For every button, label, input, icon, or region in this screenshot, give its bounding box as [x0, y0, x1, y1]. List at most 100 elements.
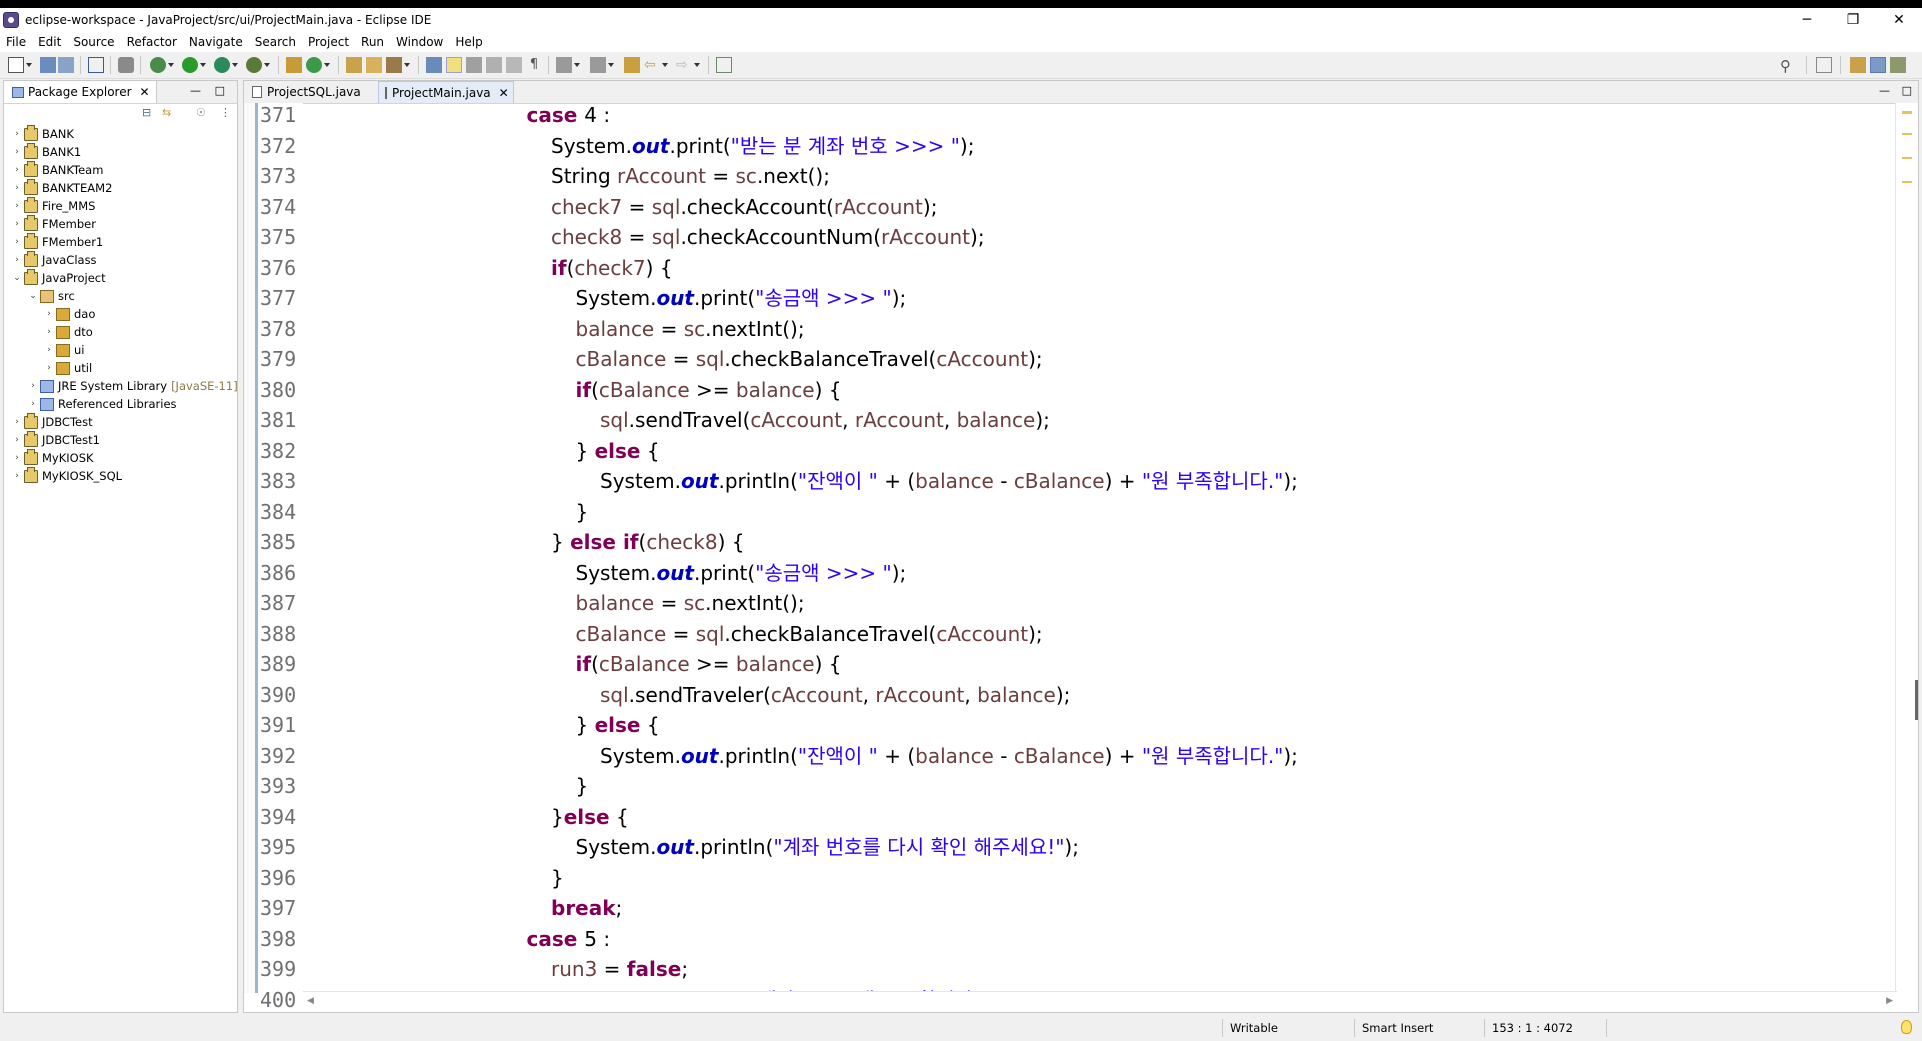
chevron-right-icon[interactable]: › [12, 165, 22, 175]
show-whitespace-icon[interactable] [486, 57, 502, 73]
tree-item[interactable]: › JavaClass [12, 250, 97, 269]
chevron-right-icon[interactable]: › [12, 417, 22, 427]
chevron-right-icon[interactable]: › [12, 237, 22, 247]
tree-item[interactable]: › FMember1 [12, 232, 103, 251]
run-dropdown-icon[interactable] [200, 57, 207, 73]
chevron-right-icon[interactable]: › [44, 345, 54, 355]
tree-item[interactable]: › JDBCTest [12, 412, 93, 431]
overview-marker[interactable] [1902, 111, 1912, 114]
prev-annotation-dropdown-icon[interactable] [608, 57, 615, 73]
prev-annotation-icon[interactable] [590, 57, 606, 73]
minimize-view-icon[interactable]: — [190, 84, 201, 97]
code-line[interactable]: sql.sendTravel(cAccount, rAccount, balan… [600, 405, 1050, 435]
menu-help[interactable]: Help [449, 35, 488, 49]
tree-item[interactable]: › ui [44, 341, 84, 359]
menu-run[interactable]: Run [355, 35, 390, 49]
forward-icon[interactable]: ⇨ [676, 57, 692, 73]
search-tool-icon[interactable] [386, 57, 402, 73]
code-line[interactable]: String rAccount = sc.next(); [551, 161, 830, 191]
code-line[interactable]: } [551, 863, 564, 893]
menu-source[interactable]: Source [67, 35, 120, 49]
pin-editor-icon[interactable] [716, 57, 732, 73]
menu-navigate[interactable]: Navigate [183, 35, 249, 49]
code-line[interactable]: if(cBalance >= balance) { [576, 649, 842, 679]
chevron-right-icon[interactable]: › [28, 399, 38, 409]
maximize-editor-icon[interactable]: □ [1902, 84, 1912, 97]
chevron-right-icon[interactable]: › [12, 435, 22, 445]
external-tools-icon[interactable] [246, 57, 262, 73]
highlight-icon[interactable] [446, 57, 462, 73]
overview-marker[interactable] [1902, 181, 1912, 183]
package-explorer-tab[interactable]: Package Explorer ✕ [4, 81, 157, 103]
tree-item[interactable]: › Referenced Libraries [28, 395, 176, 413]
open-type-icon[interactable] [346, 57, 362, 73]
code-line[interactable]: case 5 : [527, 924, 611, 954]
code-line[interactable]: } [576, 497, 589, 527]
code-line[interactable]: sql.sendTraveler(cAccount, rAccount, bal… [600, 680, 1070, 710]
filters-icon[interactable]: ☉ [196, 106, 206, 119]
chevron-right-icon[interactable]: › [12, 471, 22, 481]
tree-item[interactable]: › BANKTEAM2 [12, 178, 112, 197]
code-line[interactable]: }else { [551, 802, 629, 832]
new-dropdown-icon[interactable] [26, 57, 33, 73]
search-dropdown-icon[interactable] [404, 57, 411, 73]
new-class-dropdown-icon[interactable] [324, 57, 331, 73]
java-ee-perspective-icon[interactable] [1850, 57, 1866, 73]
code-line[interactable]: run3 = false; [551, 954, 688, 984]
menu-project[interactable]: Project [302, 35, 355, 49]
pilcrow-icon[interactable]: ¶ [526, 57, 542, 73]
forward-dropdown-icon[interactable] [694, 57, 701, 73]
tree-item[interactable]: ⌄ src [28, 287, 75, 305]
maximize-view-icon[interactable]: □ [215, 84, 225, 97]
tree-item[interactable]: › BANKTeam [12, 160, 103, 179]
chevron-down-icon[interactable]: ⌄ [28, 291, 38, 301]
tree-item[interactable]: › dao [44, 305, 95, 323]
debug-perspective-icon[interactable] [1890, 57, 1906, 73]
code-line[interactable]: System.out.print("송금액 >>> "); [576, 283, 907, 313]
chevron-right-icon[interactable]: › [12, 201, 22, 211]
chevron-right-icon[interactable]: › [12, 147, 22, 157]
chevron-right-icon[interactable]: › [44, 327, 54, 337]
tree-item[interactable]: › BANK [12, 124, 74, 143]
vertical-scrollbar-thumb[interactable] [1915, 680, 1918, 720]
chevron-down-icon[interactable]: ⌄ [12, 273, 22, 283]
scroll-left-icon[interactable]: ◀ [307, 996, 314, 1006]
next-annotation-dropdown-icon[interactable] [574, 57, 581, 73]
restore-icon[interactable]: ❐ [1830, 8, 1876, 32]
back-dropdown-icon[interactable] [662, 57, 669, 73]
overview-ruler[interactable] [1895, 103, 1918, 993]
java-perspective-icon[interactable] [1870, 57, 1886, 73]
code-line[interactable]: check8 = sql.checkAccountNum(rAccount); [551, 222, 985, 252]
external-tools-dropdown-icon[interactable] [264, 57, 271, 73]
tab-projectmain-java[interactable]: ProjectMain.java ✕ [378, 81, 514, 103]
code-line[interactable]: System.out.println("잔액이 " + (balance - c… [600, 741, 1298, 771]
coverage-dropdown-icon[interactable] [232, 57, 239, 73]
code-line[interactable]: System.out.println("잔액이 " + (balance - c… [600, 466, 1298, 496]
close-icon[interactable]: ✕ [1876, 8, 1922, 32]
minimize-editor-icon[interactable]: — [1879, 84, 1890, 97]
code-line[interactable]: balance = sc.nextInt(); [576, 314, 805, 344]
tree-item[interactable]: ⌄ JavaProject [12, 268, 106, 287]
code-line[interactable]: case 4 : [527, 103, 611, 130]
code-line[interactable]: cBalance = sql.checkBalanceTravel(cAccou… [576, 344, 1043, 374]
close-icon[interactable]: ✕ [499, 86, 509, 100]
chevron-right-icon[interactable]: › [44, 309, 54, 319]
overview-marker[interactable] [1902, 133, 1912, 135]
chevron-right-icon[interactable]: › [12, 255, 22, 265]
last-edit-icon[interactable] [624, 57, 640, 73]
menu-edit[interactable]: Edit [32, 35, 67, 49]
save-icon[interactable] [40, 57, 56, 73]
block-selection-icon[interactable] [466, 57, 482, 73]
chevron-right-icon[interactable]: › [12, 219, 22, 229]
menu-search[interactable]: Search [249, 35, 302, 49]
menu-file[interactable]: File [0, 35, 32, 49]
link-with-editor-icon[interactable]: ⇆ [162, 106, 171, 119]
code-line[interactable]: check7 = sql.checkAccount(rAccount); [551, 192, 937, 222]
debug-icon[interactable] [150, 57, 166, 73]
new-class-icon[interactable] [306, 57, 322, 73]
tree-item[interactable]: › BANK1 [12, 142, 81, 161]
code-line[interactable]: System.out.println("계좌 번호를 다시 확인 해주세요!")… [576, 832, 1079, 862]
new-java-project-icon[interactable] [286, 57, 302, 73]
tree-item[interactable]: › MyKIOSK_SQL [12, 466, 122, 485]
run-icon[interactable] [182, 57, 198, 73]
